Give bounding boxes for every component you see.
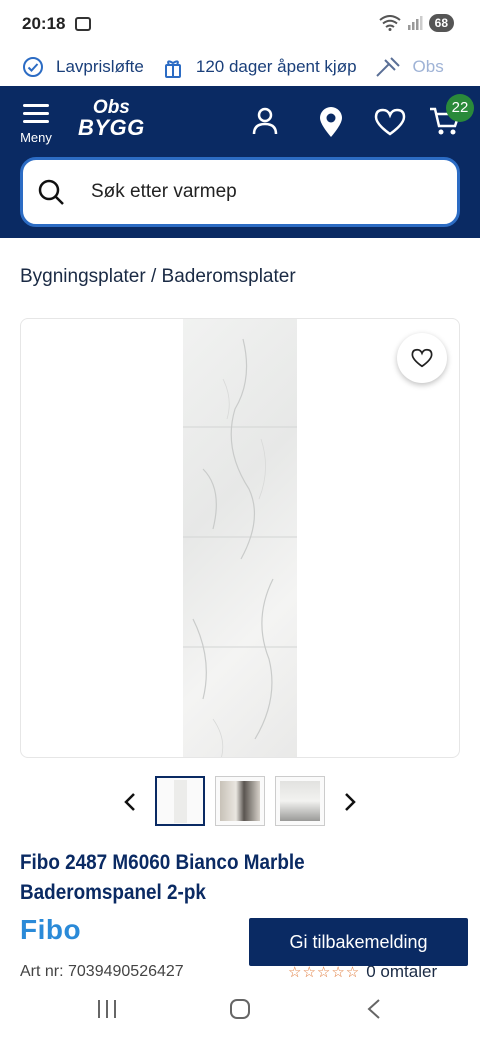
search-field[interactable]: Søk etter varmep	[20, 157, 460, 227]
usp-item-lavprisloefte[interactable]: Lavprisløfte	[22, 56, 144, 78]
thumbnail-3[interactable]	[275, 776, 325, 826]
wishlist-heart-icon[interactable]	[374, 108, 406, 136]
thumbnail-shower-image	[280, 781, 320, 821]
back-icon[interactable]	[366, 998, 382, 1020]
wifi-icon	[379, 15, 401, 31]
status-bar: 20:18 68	[0, 0, 480, 48]
tools-icon	[375, 57, 400, 77]
system-nav-bar	[0, 984, 480, 1040]
chevron-right-icon	[345, 793, 356, 811]
hamburger-icon	[23, 104, 49, 123]
marble-texture	[183, 338, 297, 757]
search-icon	[38, 179, 64, 205]
breadcrumb[interactable]: Bygningsplater / Baderomsplater	[20, 266, 296, 288]
previous-image-button[interactable]	[118, 788, 142, 816]
next-image-button[interactable]	[338, 788, 362, 816]
account-icon[interactable]	[250, 106, 280, 136]
article-number: Art nr: 7039490526427	[20, 963, 184, 980]
thumbnail-2[interactable]	[215, 776, 265, 826]
status-time: 20:18	[22, 14, 66, 33]
chevron-left-icon	[124, 793, 135, 811]
cart-count-badge: 22	[446, 94, 474, 122]
product-panel-image	[183, 319, 297, 757]
add-to-wishlist-button[interactable]	[397, 333, 447, 383]
thumbnail-bathroom-image	[220, 781, 260, 821]
check-circle-icon	[23, 57, 43, 77]
gift-icon	[164, 60, 181, 78]
usp-bar: Lavprisløfte 120 dager åpent kjøp Obs	[0, 48, 480, 86]
usp-label: Obs	[412, 57, 444, 76]
home-icon[interactable]	[229, 998, 251, 1020]
search-input-text[interactable]: Søk etter varmep	[91, 181, 237, 203]
battery-indicator: 68	[428, 14, 454, 32]
feedback-button[interactable]: Gi tilbakemelding	[249, 918, 468, 966]
recent-apps-icon[interactable]	[96, 998, 118, 1020]
thumbnail-1[interactable]	[155, 776, 205, 826]
obs-bygg-logo[interactable]: Obs BYGG	[78, 98, 145, 140]
menu-label: Meny	[20, 130, 52, 145]
status-indicators: 68	[379, 14, 454, 32]
product-image-card[interactable]	[20, 318, 460, 758]
product-title: Fibo 2487 M6060 Bianco Marble Baderomspa…	[20, 851, 305, 904]
heart-icon	[411, 348, 433, 368]
usp-label: 120 dager åpent kjøp	[195, 57, 357, 76]
thumbnail-panel-image	[174, 780, 187, 823]
brand-logo[interactable]: Fibo	[20, 914, 81, 946]
menu-button[interactable]: Meny	[16, 104, 56, 145]
screenshot-icon	[75, 17, 92, 31]
usp-label: Lavprisløfte	[56, 57, 144, 76]
usp-item-obs[interactable]: Obs	[375, 56, 444, 78]
logo-line2: BYGG	[78, 115, 145, 140]
signal-icon	[407, 16, 423, 30]
image-thumbnails	[0, 776, 480, 828]
store-location-icon[interactable]	[318, 106, 344, 138]
usp-item-aapent-kjoep[interactable]: 120 dager åpent kjøp	[162, 55, 357, 79]
